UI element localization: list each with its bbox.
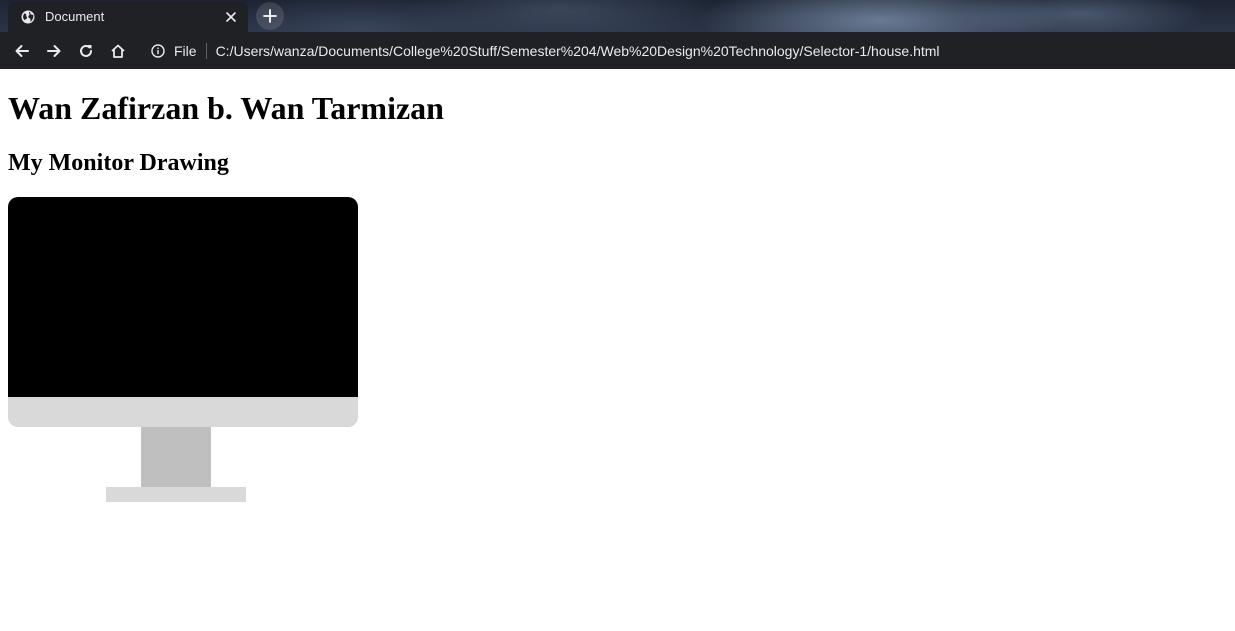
- omnibox-divider: [205, 43, 207, 59]
- scheme-label: File: [174, 43, 197, 59]
- monitor-drawing: [8, 197, 358, 502]
- monitor-chin: [8, 397, 358, 427]
- close-icon[interactable]: [223, 9, 239, 25]
- reload-button[interactable]: [70, 35, 102, 67]
- home-icon: [110, 43, 126, 59]
- tab-title: Document: [45, 9, 105, 24]
- back-button[interactable]: [6, 35, 38, 67]
- page-heading: Wan Zafirzan b. Wan Tarmizan: [8, 90, 444, 126]
- home-button[interactable]: [102, 35, 134, 67]
- monitor-screen: [8, 197, 358, 397]
- browser-chrome: Document File C:/Users/wanza/Documents/C…: [0, 0, 1235, 69]
- browser-toolbar: File C:/Users/wanza/Documents/College%20…: [0, 32, 1235, 69]
- arrow-right-icon: [46, 43, 62, 59]
- arrow-left-icon: [14, 43, 30, 59]
- info-icon[interactable]: [150, 43, 166, 59]
- globe-icon: [21, 10, 35, 24]
- monitor-stand-base: [106, 487, 246, 502]
- address-bar[interactable]: File C:/Users/wanza/Documents/College%20…: [142, 35, 1232, 67]
- new-tab-button[interactable]: [256, 2, 284, 30]
- page-subheading: My Monitor Drawing: [8, 150, 229, 176]
- monitor-stand-neck: [141, 427, 211, 487]
- plus-icon: [263, 9, 277, 23]
- page-content: Wan Zafirzan b. Wan Tarmizan My Monitor …: [0, 69, 1235, 631]
- forward-button[interactable]: [38, 35, 70, 67]
- reload-icon: [78, 43, 94, 59]
- browser-tab[interactable]: Document: [8, 1, 248, 32]
- url-text[interactable]: C:/Users/wanza/Documents/College%20Stuff…: [216, 43, 940, 59]
